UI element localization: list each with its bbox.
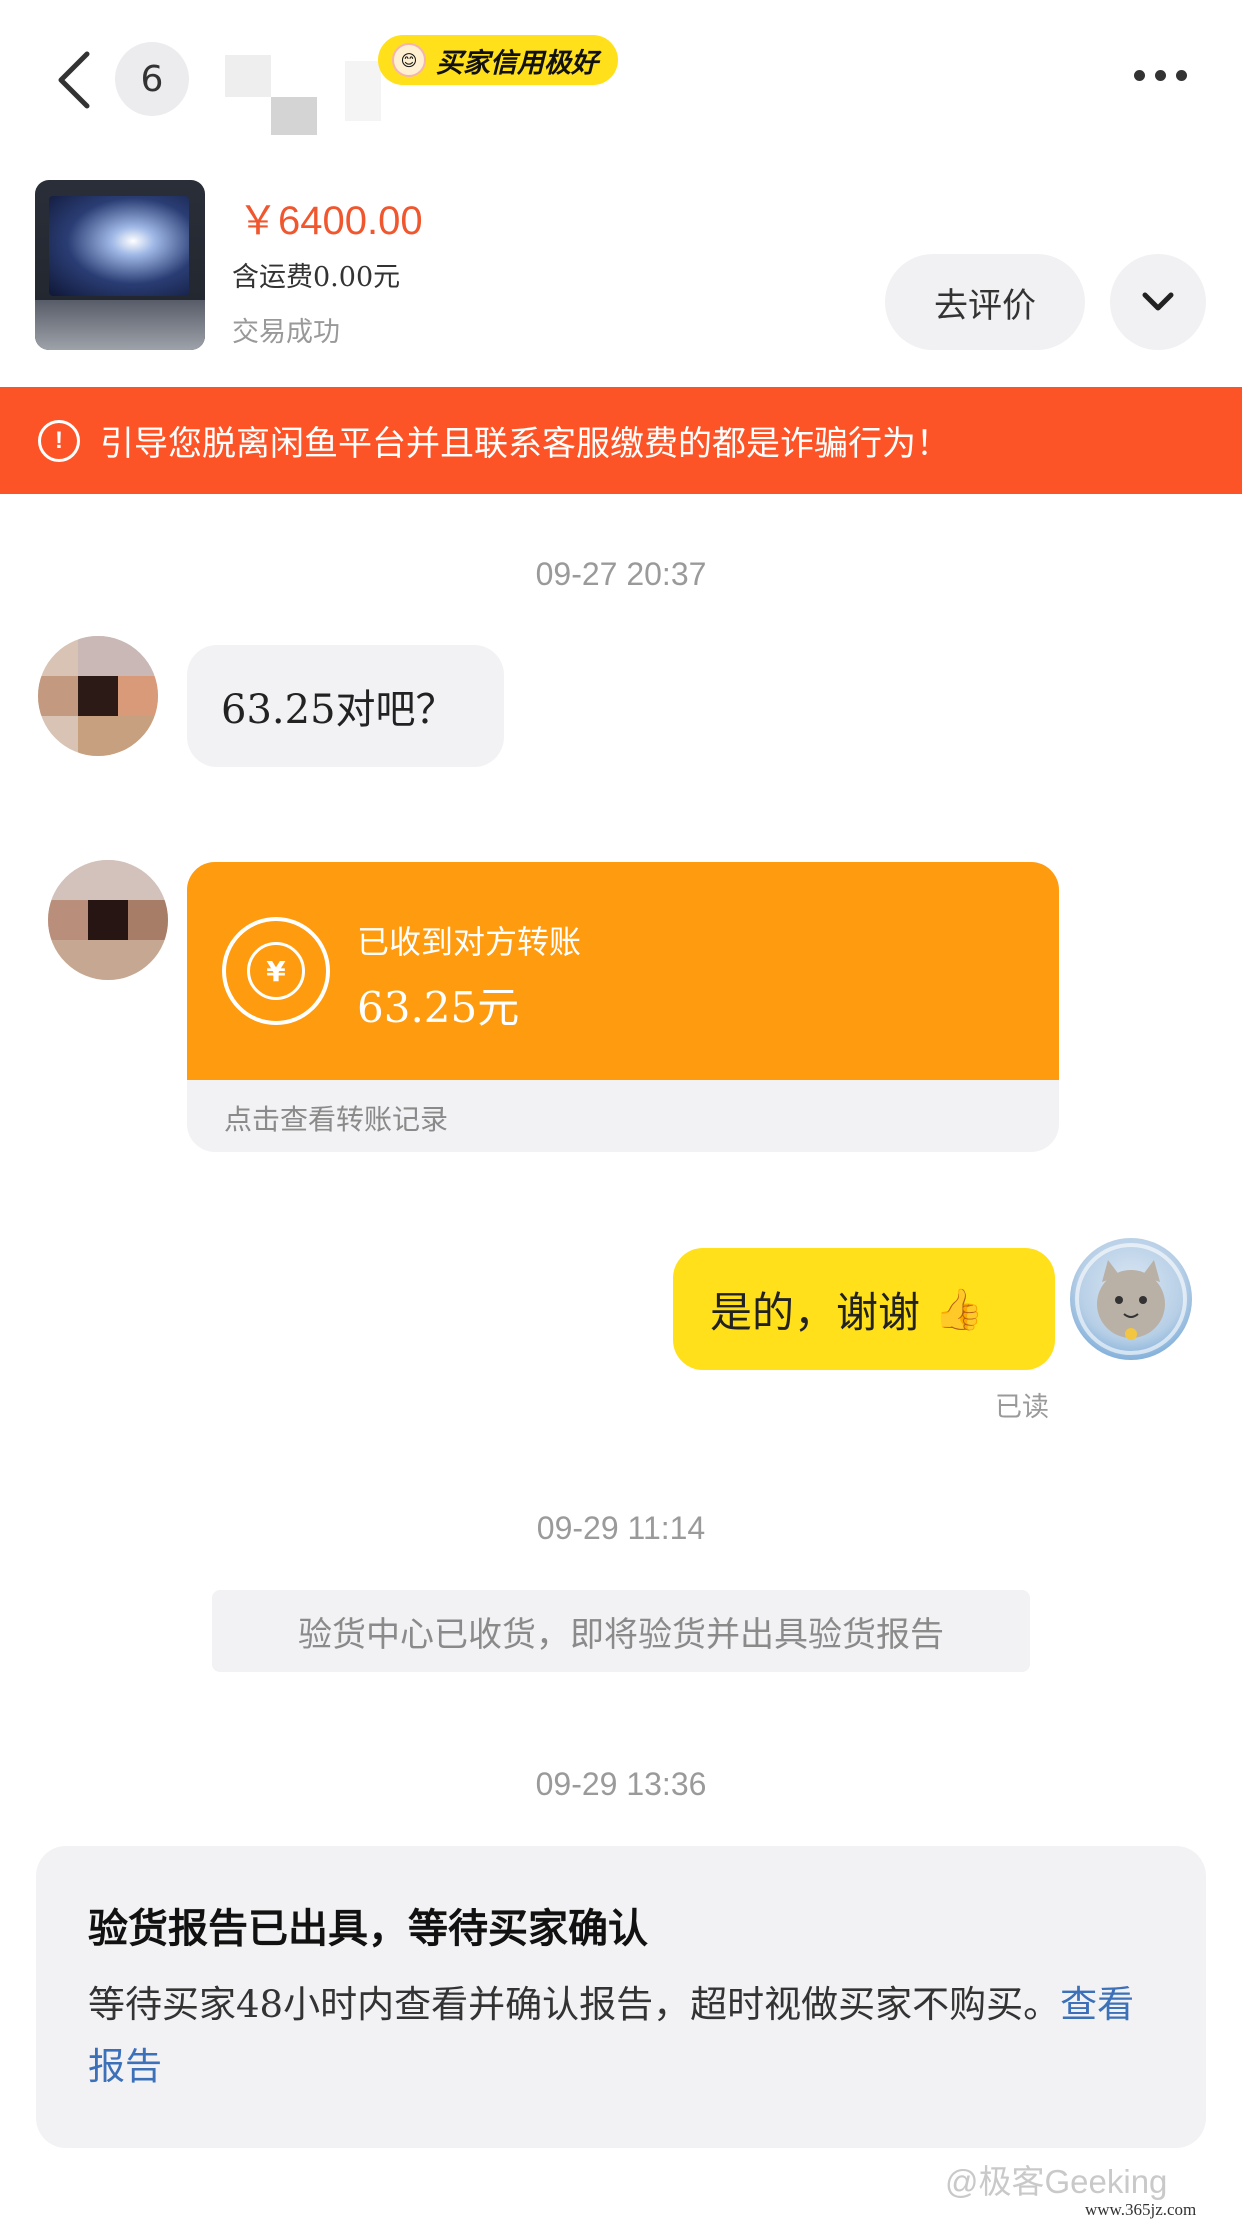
unread-count-badge[interactable]: 6 xyxy=(115,42,189,116)
credit-tag-label: 买家信用极好 xyxy=(436,47,598,79)
timestamp: 09-29 13:36 xyxy=(535,1766,707,1802)
contact-name-blurred xyxy=(225,55,381,135)
timestamp: 09-29 11:14 xyxy=(536,1510,706,1546)
transfer-amount: 63.25元 xyxy=(357,983,520,1032)
transfer-title: 已收到对方转账 xyxy=(357,923,582,961)
message-bubble-sent[interactable]: 是的，谢谢 👍 xyxy=(673,1248,1055,1370)
thumbs-up-icon: 👍 xyxy=(934,1286,984,1333)
cat-astronaut-icon xyxy=(1075,1243,1187,1355)
chevron-left-icon xyxy=(58,51,90,109)
product-thumbnail[interactable] xyxy=(35,180,205,350)
watermark: @极客Geeking xyxy=(945,2163,1168,2200)
message-text: 是的，谢谢 xyxy=(710,1287,921,1337)
review-button[interactable]: 去评价 xyxy=(885,254,1085,350)
message-bubble-received[interactable]: 63.25对吧？ xyxy=(187,645,504,767)
transfer-card[interactable]: ¥ 已收到对方转账 63.25元 点击查看转账记录 xyxy=(187,862,1059,1152)
expand-button[interactable] xyxy=(1110,254,1206,350)
yuan-transfer-icon: ¥ xyxy=(222,917,330,1025)
credit-tag: 😊 买家信用极好 xyxy=(378,35,618,85)
avatar[interactable] xyxy=(38,636,158,756)
read-status: 已读 xyxy=(995,1392,1049,1423)
chevron-down-icon xyxy=(1142,292,1174,311)
report-body-text: 等待买家48小时内查看并确认报告，超时视做买家不购买。 xyxy=(88,1983,1061,2026)
trade-status: 交易成功 xyxy=(232,317,340,348)
report-title: 验货报告已出具，等待买家确认 xyxy=(88,1906,648,1952)
more-button[interactable] xyxy=(1120,55,1200,95)
back-button[interactable] xyxy=(40,40,110,120)
warning-text: 引导您脱离闲鱼平台并且联系客服缴费的都是诈骗行为！ xyxy=(100,424,950,464)
shipping-fee: 含运费0.00元 xyxy=(232,262,401,293)
smiley-face-icon: 😊 xyxy=(392,43,426,77)
inspection-report-card[interactable]: 验货报告已出具，等待买家确认 等待买家48小时内查看并确认报告，超时视做买家不购… xyxy=(36,1846,1206,2148)
system-notice: 验货中心已收货，即将验货并出具验货报告 xyxy=(212,1590,1030,1672)
product-price: ￥6400.00 xyxy=(238,199,423,243)
avatar[interactable] xyxy=(48,860,168,980)
alert-circle-icon: ! xyxy=(38,419,80,462)
watermark-site: www.365jz.com xyxy=(1085,2200,1197,2219)
my-avatar[interactable] xyxy=(1070,1238,1192,1360)
timestamp: 09-27 20:37 xyxy=(535,556,707,592)
report-body: 等待买家48小时内查看并确认报告，超时视做买家不购买。查看报告 xyxy=(88,1974,1148,2098)
fraud-warning-banner: ! 引导您脱离闲鱼平台并且联系客服缴费的都是诈骗行为！ xyxy=(0,387,1242,494)
more-horizontal-icon xyxy=(1133,69,1145,81)
transfer-record-link[interactable]: 点击查看转账记录 xyxy=(224,1098,448,1138)
